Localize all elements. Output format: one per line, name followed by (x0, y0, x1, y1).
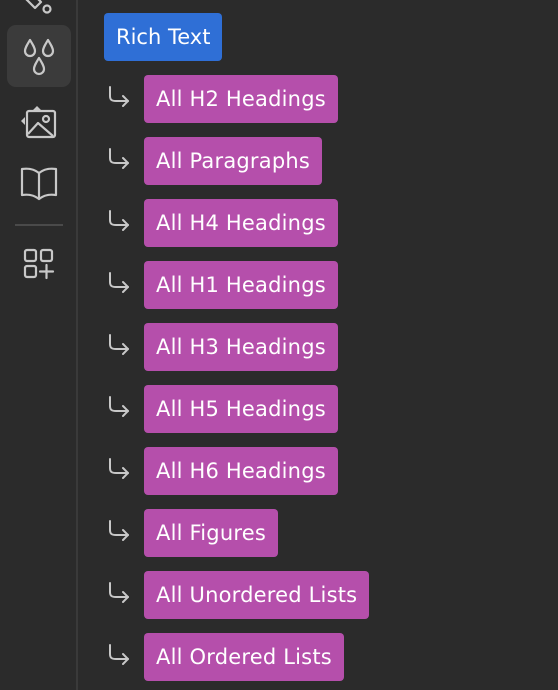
nested-arrow-icon (104, 385, 144, 433)
nested-arrow-icon (104, 199, 144, 247)
selector-chip[interactable]: All Ordered Lists (144, 633, 344, 681)
nested-arrow-icon (104, 75, 144, 123)
selector-chip-root[interactable]: Rich Text (104, 13, 223, 61)
left-toolbar (0, 0, 78, 690)
selector-row: All H3 Headings (104, 323, 338, 371)
image-icon (19, 101, 59, 141)
selector-row: All H1 Headings (104, 261, 338, 309)
selector-chip[interactable]: All H5 Headings (144, 385, 338, 433)
selector-chip[interactable]: All Unordered Lists (144, 571, 370, 619)
apps-button[interactable] (7, 233, 71, 295)
selector-chip[interactable]: All H3 Headings (144, 323, 338, 371)
nested-arrow-icon (104, 509, 144, 557)
nested-arrow-icon (104, 633, 144, 681)
selector-row: All H4 Headings (104, 199, 338, 247)
cms-button[interactable] (7, 152, 71, 214)
add-apps-icon (22, 247, 56, 281)
nested-arrow-icon (104, 447, 144, 495)
selector-row: All H5 Headings (104, 385, 338, 433)
selector-chip[interactable]: All H4 Headings (144, 199, 338, 247)
toolbar-divider (15, 224, 63, 226)
selector-chip[interactable]: All H2 Headings (144, 75, 338, 123)
selector-chip[interactable]: All Paragraphs (144, 137, 323, 185)
nested-arrow-icon (104, 323, 144, 371)
nested-arrow-icon (104, 571, 144, 619)
selector-row: All H2 Headings (104, 75, 338, 123)
selector-chip[interactable]: All H6 Headings (144, 447, 338, 495)
book-icon (19, 165, 59, 201)
selector-chip[interactable]: All Figures (144, 509, 278, 557)
selector-row: All Paragraphs (104, 137, 323, 185)
styles-button[interactable] (7, 25, 71, 87)
droplets-icon (21, 36, 57, 76)
selector-row: All Figures (104, 509, 278, 557)
selector-row: All Ordered Lists (104, 633, 344, 681)
nested-arrow-icon (104, 261, 144, 309)
nested-arrow-icon (104, 137, 144, 185)
assets-button[interactable] (7, 90, 71, 152)
paint-bucket-icon (22, 0, 56, 18)
selector-row: All Unordered Lists (104, 571, 370, 619)
selector-row: All H6 Headings (104, 447, 338, 495)
selector-chip[interactable]: All H1 Headings (144, 261, 338, 309)
